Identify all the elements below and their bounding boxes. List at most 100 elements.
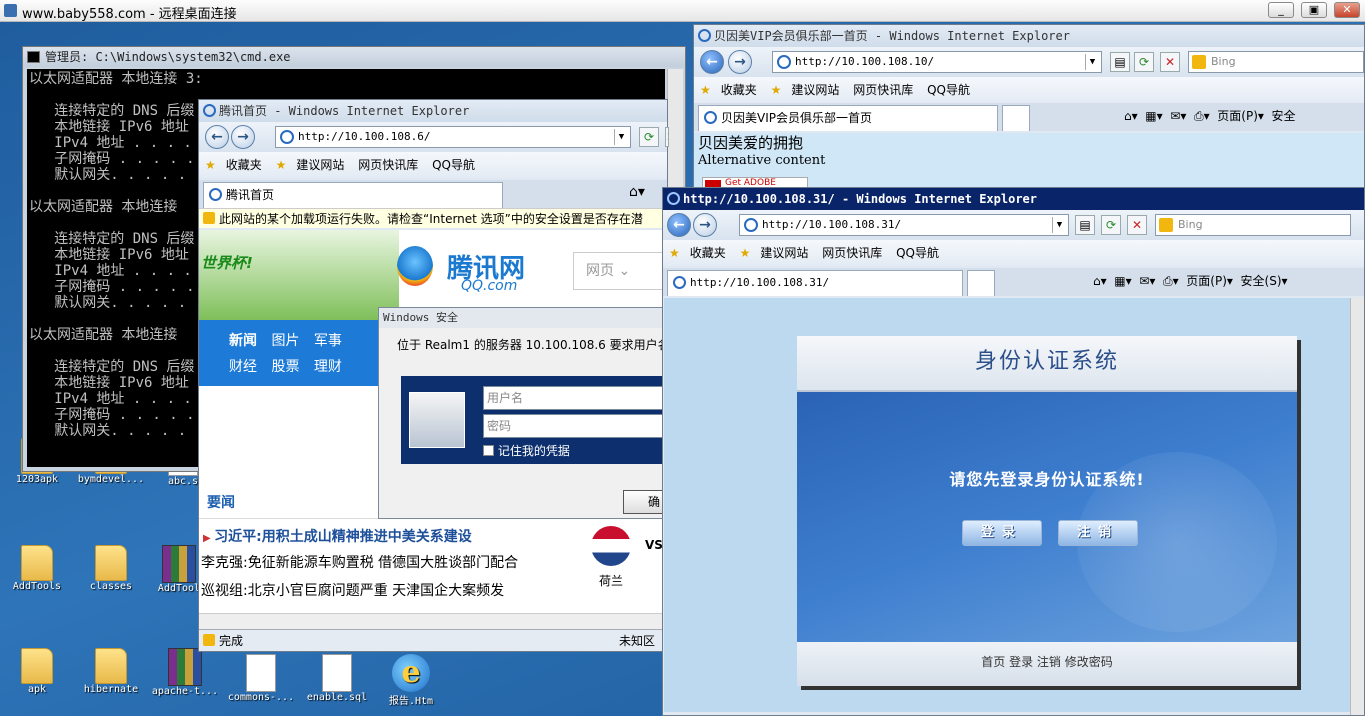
qq-nav-link[interactable]: QQ导航 [927, 83, 970, 97]
restore-button[interactable]: ▣ [1301, 2, 1327, 18]
star-icon: ★ [669, 246, 680, 260]
refresh-button[interactable]: ⟳ [1134, 52, 1154, 72]
chevron-down-icon[interactable]: ▼ [614, 129, 628, 145]
forward-button[interactable]: → [231, 125, 255, 149]
address-bar[interactable]: http://10.100.108.31/ ▼ [739, 214, 1069, 236]
web-slice-gallery[interactable]: 网页快讯库 [822, 246, 882, 260]
home-icon[interactable]: ⌂▾ [1124, 109, 1138, 123]
new-tab-button[interactable] [967, 270, 995, 296]
checkbox-icon[interactable] [483, 445, 494, 456]
nav-link[interactable]: 新闻 [229, 333, 257, 349]
nav-link[interactable]: 财经 [229, 359, 257, 375]
chevron-down-icon[interactable]: ▼ [1052, 217, 1066, 233]
compat-view-button[interactable]: ▤ [1110, 52, 1130, 72]
ie-window-beiyinmei[interactable]: 贝因美VIP会员俱乐部一首页 - Windows Internet Explor… [693, 24, 1365, 195]
worldcup-banner[interactable]: 世界杯! [199, 230, 399, 320]
rss-icon[interactable]: ▦▾ [1114, 274, 1131, 288]
back-button[interactable]: ← [205, 125, 229, 149]
auth-footer-links[interactable]: 首页 登录 注销 修改密码 [797, 642, 1297, 686]
folder-icon [95, 648, 127, 684]
home-icon[interactable]: ⌂▾ [629, 184, 645, 200]
suggested-sites[interactable]: 建议网站 [791, 83, 839, 97]
stop-button[interactable]: ✕ [665, 127, 669, 147]
desktop-icon[interactable]: enable.sql [302, 654, 372, 703]
stop-button[interactable]: ✕ [1160, 52, 1180, 72]
news-item[interactable]: 李克强:免征新能源车购置税 借德国大胜谈部门配合 [201, 552, 518, 572]
print-icon[interactable]: ⎙▾ [1194, 109, 1210, 123]
windows-security-dialog[interactable]: Windows 安全 位于 Realm1 的服务器 10.100.108.6 要… [378, 307, 683, 519]
search-box[interactable]: Bing [1155, 214, 1351, 236]
tab-beiyinmei[interactable]: 贝因美VIP会员俱乐部一首页 [698, 105, 998, 131]
mail-icon[interactable]: ✉▾ [1170, 109, 1186, 123]
stop-button[interactable]: ✕ [1127, 215, 1147, 235]
page-menu[interactable]: 页面(P) [1217, 109, 1258, 123]
ie-title-bar: 腾讯首页 - Windows Internet Explorer [199, 100, 667, 122]
horizontal-scrollbar[interactable] [199, 613, 667, 629]
safety-menu[interactable]: 安全(S) [1241, 274, 1282, 288]
info-bar[interactable]: 此网站的某个加载项运行失败。请检查“Internet 选项”中的安全设置是否存在… [199, 208, 667, 228]
headline[interactable]: ▶ 习近平:用积土成山精神推进中美关系建设 [203, 526, 472, 546]
suggested-sites[interactable]: 建议网站 [760, 246, 808, 260]
tab-auth[interactable]: http://10.100.108.31/ [667, 270, 963, 296]
add-favorite-icon[interactable]: ★ [740, 246, 751, 260]
nav-row-1: 新闻 图片 军事 [229, 330, 342, 350]
page-menu[interactable]: 页面(P) [1186, 274, 1227, 288]
forward-button[interactable]: → [693, 213, 717, 237]
home-icon[interactable]: ⌂▾ [1093, 274, 1107, 288]
nav-link[interactable]: 理财 [314, 359, 342, 375]
rss-icon[interactable]: ▦▾ [1145, 109, 1162, 123]
desktop-icon[interactable]: AddTools [2, 545, 72, 592]
desktop-icon[interactable]: classes [76, 545, 146, 592]
nav-link[interactable]: 军事 [314, 333, 342, 349]
cmd-icon [27, 51, 40, 63]
favorites-button[interactable]: 收藏夹 [690, 246, 726, 260]
refresh-button[interactable]: ⟳ [639, 127, 659, 147]
favorites-button[interactable]: 收藏夹 [226, 158, 262, 172]
forward-button[interactable]: → [728, 50, 752, 74]
search-type-select[interactable]: 网页 ⌄ [573, 252, 663, 290]
vs-label: VS [645, 538, 663, 552]
login-button[interactable]: 登录 [962, 520, 1042, 546]
suggested-sites[interactable]: 建议网站 [296, 158, 344, 172]
mail-icon[interactable]: ✉▾ [1139, 274, 1155, 288]
safety-menu[interactable]: 安全 [1272, 109, 1296, 123]
window-title: 贝因美VIP会员俱乐部一首页 - Windows Internet Explor… [714, 29, 1070, 43]
username-input[interactable]: 用户名 [483, 386, 683, 410]
search-box[interactable]: Bing [1188, 51, 1364, 73]
new-tab-button[interactable] [1002, 105, 1030, 131]
tab-tencent[interactable]: 腾讯首页 [203, 182, 503, 208]
desktop-icon[interactable]: commons-... [226, 654, 296, 703]
desktop-icon[interactable]: hibernate [76, 648, 146, 695]
refresh-button[interactable]: ⟳ [1101, 215, 1121, 235]
vertical-scrollbar[interactable] [1350, 298, 1364, 715]
address-bar[interactable]: http://10.100.108.10/ ▼ [772, 51, 1102, 73]
nav-link[interactable]: 图片 [271, 333, 299, 349]
back-button[interactable]: ← [667, 213, 691, 237]
password-input[interactable]: 密码 [483, 414, 683, 438]
chevron-down-icon[interactable]: ▼ [1085, 54, 1099, 70]
web-slice-gallery[interactable]: 网页快讯库 [853, 83, 913, 97]
remember-checkbox[interactable]: 记住我的凭据 [483, 442, 570, 459]
desktop-icon[interactable]: e 报告.Htm [376, 654, 446, 707]
print-icon[interactable]: ⎙▾ [1163, 274, 1179, 288]
add-favorite-icon[interactable]: ★ [771, 83, 782, 97]
user-avatar-icon [409, 392, 465, 448]
close-button[interactable]: ✕ [1334, 2, 1360, 18]
back-button[interactable]: ← [700, 50, 724, 74]
desktop-icon[interactable]: apk [2, 648, 72, 695]
desktop-icon[interactable]: apache-t... [150, 648, 220, 697]
address-bar[interactable]: http://10.100.108.6/ ▼ [275, 126, 631, 148]
nav-link[interactable]: 股票 [271, 359, 299, 375]
logout-button[interactable]: 注销 [1058, 520, 1138, 546]
info-bar-text: 此网站的某个加载项运行失败。请检查“Internet 选项”中的安全设置是否存在… [219, 212, 643, 226]
news-item[interactable]: 巡视组:北京小官巨腐问题严重 天津国企大案频发 [201, 580, 504, 600]
web-slice-gallery[interactable]: 网页快讯库 [358, 158, 418, 172]
add-favorite-icon[interactable]: ★ [276, 158, 287, 172]
icon-label: apk [27, 684, 47, 695]
minimize-button[interactable]: _ [1268, 2, 1294, 18]
qq-nav-link[interactable]: QQ导航 [432, 158, 475, 172]
page-icon [777, 55, 791, 69]
qq-nav-link[interactable]: QQ导航 [896, 246, 939, 260]
favorites-button[interactable]: 收藏夹 [721, 83, 757, 97]
compat-view-button[interactable]: ▤ [1075, 215, 1095, 235]
